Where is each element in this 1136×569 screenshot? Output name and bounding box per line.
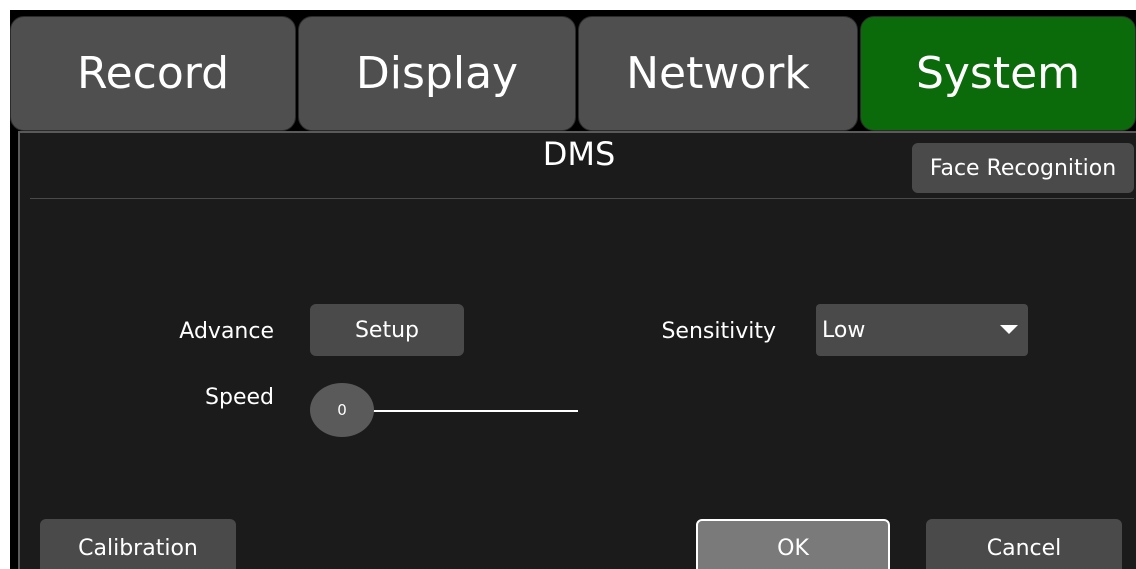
tab-network[interactable]: Network — [578, 16, 858, 131]
tab-system[interactable]: System — [860, 16, 1136, 131]
title-divider — [30, 198, 1134, 199]
screen: Record Display Network System DMS Face R… — [0, 0, 1136, 569]
ok-button[interactable]: OK — [696, 519, 890, 569]
tab-display[interactable]: Display — [298, 16, 576, 131]
dms-panel: DMS Face Recognition Advance Setup Sensi… — [18, 131, 1136, 569]
speed-slider-track[interactable] — [370, 410, 578, 412]
speed-slider-knob[interactable]: 0 — [310, 383, 374, 437]
sensitivity-value: Low — [822, 318, 866, 343]
sensitivity-label: Sensitivity — [661, 319, 776, 344]
calibration-button[interactable]: Calibration — [40, 519, 236, 569]
setup-button[interactable]: Setup — [310, 304, 464, 356]
cancel-button[interactable]: Cancel — [926, 519, 1122, 569]
tab-record[interactable]: Record — [10, 16, 296, 131]
device-frame: Record Display Network System DMS Face R… — [10, 10, 1136, 569]
advance-label: Advance — [179, 319, 274, 344]
face-recognition-button[interactable]: Face Recognition — [912, 143, 1134, 193]
sensitivity-select[interactable]: Low — [816, 304, 1028, 356]
caret-down-icon — [1000, 325, 1018, 334]
speed-label: Speed — [205, 385, 274, 410]
